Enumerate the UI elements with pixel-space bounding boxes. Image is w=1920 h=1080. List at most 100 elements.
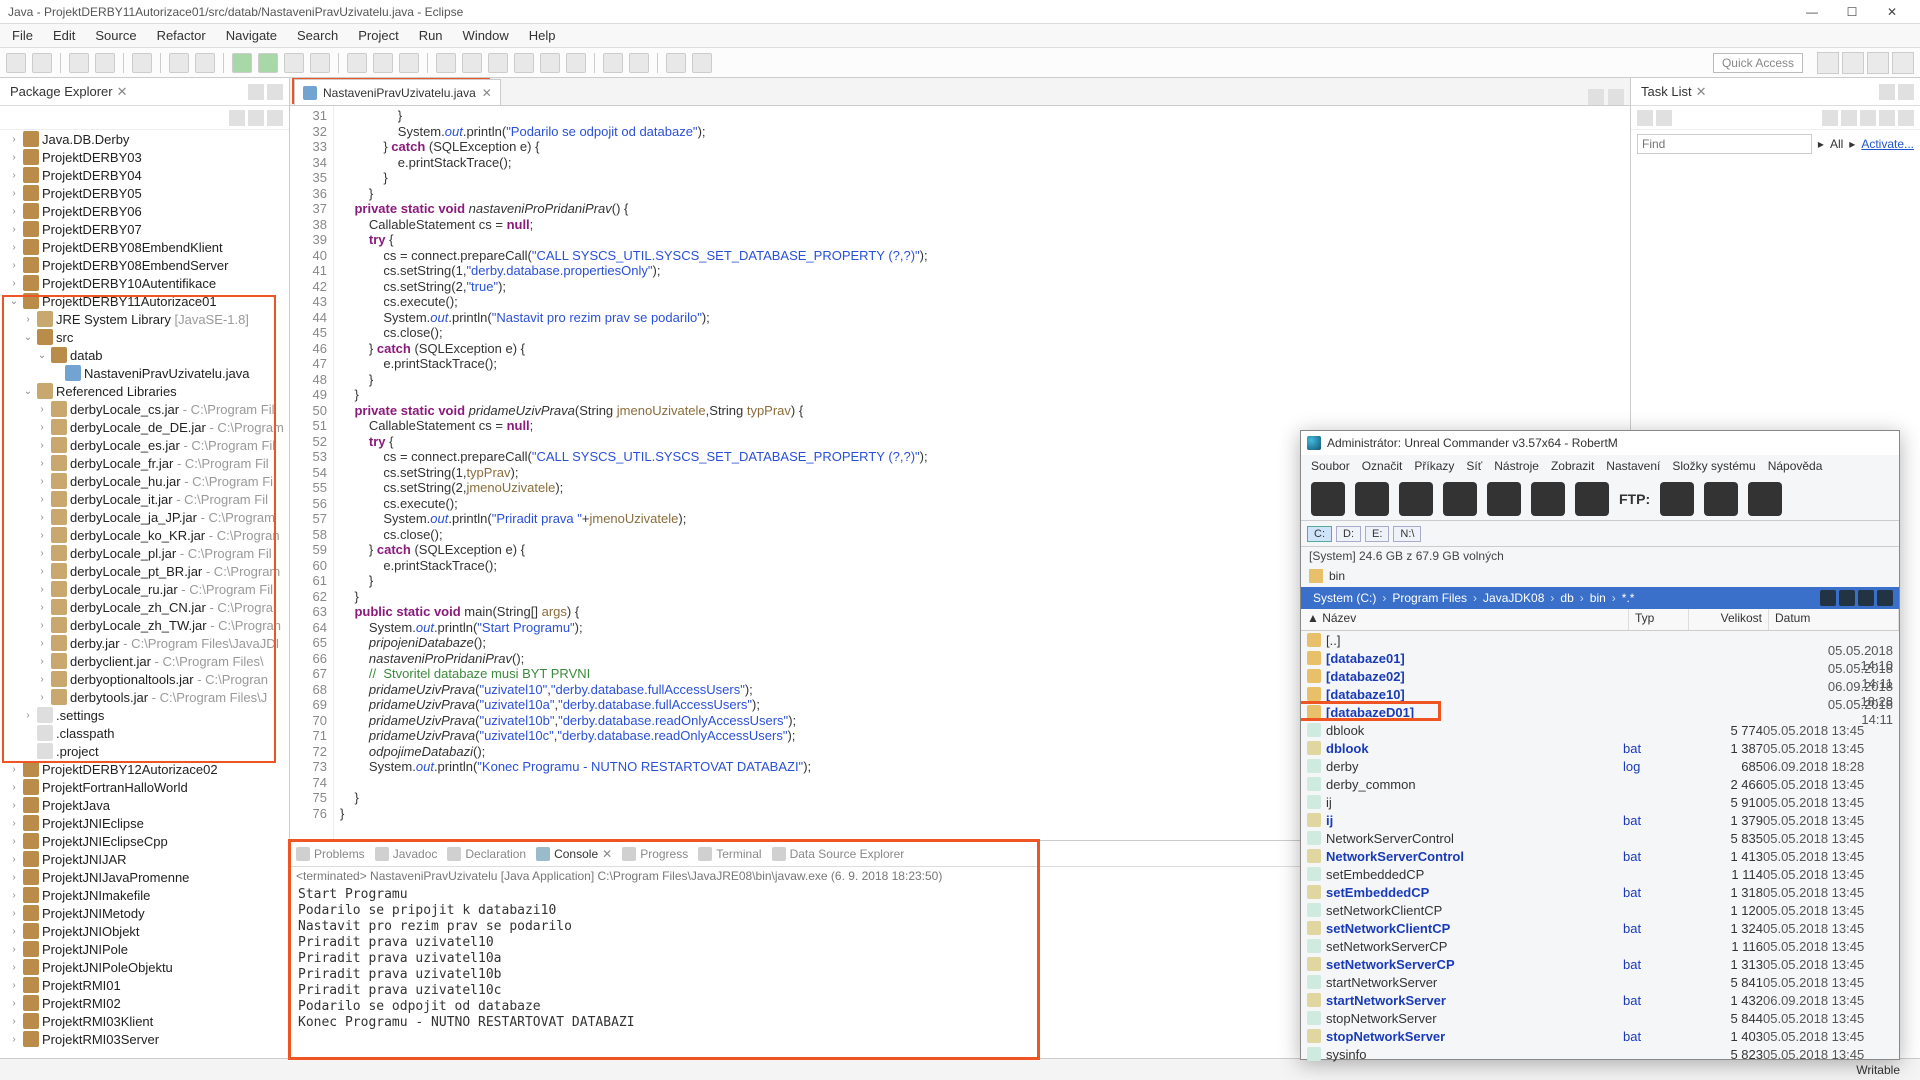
tab-terminal[interactable]: Terminal [698,847,761,861]
tree-item[interactable]: ›derbyLocale_de_DE.jar - C:\Program [0,418,289,436]
view-icon[interactable] [1399,482,1433,516]
tree-item[interactable]: ›derbyclient.jar - C:\Program Files\ [0,652,289,670]
tree-item[interactable]: ›ProjektFortranHalloWorld [0,778,289,796]
tree-item[interactable]: ›ProjektRMI03Server [0,1030,289,1048]
tree-item[interactable]: ›ProjektDERBY06 [0,202,289,220]
network-icon[interactable] [1660,482,1694,516]
tree-item[interactable]: NastaveniPravUzivatelu.java [0,364,289,382]
tl-toolbtn[interactable] [1822,110,1838,126]
file-row[interactable]: NetworkServerControlbat1 41305.05.2018 1… [1301,847,1899,865]
tree-item[interactable]: ›derbyLocale_hu.jar - C:\Program Fi [0,472,289,490]
toolbar-button[interactable] [132,53,152,73]
tree-item[interactable]: ›.settings [0,706,289,724]
cm-menu-napoveda[interactable]: Nápověda [1764,459,1827,473]
file-row[interactable]: stopNetworkServerbat1 40305.05.2018 13:4… [1301,1027,1899,1045]
menu-run[interactable]: Run [411,26,451,45]
menu-edit[interactable]: Edit [45,26,83,45]
toolbar-button[interactable] [69,53,89,73]
view-menu-icon[interactable] [267,110,283,126]
toolbar-button[interactable] [6,53,26,73]
tree-item[interactable]: ›ProjektJNIJavaPromenne [0,868,289,886]
file-row[interactable]: [databaze10]06.09.2018 18:28 [1301,685,1899,703]
tree-item[interactable]: ›ProjektRMI03Klient [0,1012,289,1030]
toolbar-button[interactable] [629,53,649,73]
menu-window[interactable]: Window [455,26,517,45]
tree-item[interactable]: ›ProjektJNIJAR [0,850,289,868]
file-row[interactable]: [databaze01]05.05.2018 14:10 [1301,649,1899,667]
tree-item[interactable]: ›ProjektJNIObjekt [0,922,289,940]
tree-item[interactable]: ›Java.DB.Derby [0,130,289,148]
ftp-label[interactable]: FTP: [1619,491,1650,507]
menu-navigate[interactable]: Navigate [218,26,285,45]
file-row[interactable]: stopNetworkServer5 84405.05.2018 13:45 [1301,1009,1899,1027]
perspective-java[interactable] [1842,52,1864,74]
perspective-cpp[interactable] [1867,52,1889,74]
file-row[interactable]: setNetworkServerCPbat1 31305.05.2018 13:… [1301,955,1899,973]
cm-menu-slozky[interactable]: Složky systému [1668,459,1759,473]
tl-toolbtn[interactable] [1879,110,1895,126]
toolbar-button[interactable] [603,53,623,73]
file-row[interactable]: setNetworkClientCP1 12005.05.2018 13:45 [1301,901,1899,919]
cm-menu-sit[interactable]: Síť [1462,459,1486,473]
cm-menu-nastroje[interactable]: Nástroje [1490,459,1543,473]
file-row[interactable]: [..] [1301,631,1899,649]
nav-back-button[interactable] [666,53,686,73]
tree-item[interactable]: .project [0,742,289,760]
toolbar-button[interactable] [169,53,189,73]
file-row[interactable]: setNetworkServerCP1 11605.05.2018 13:45 [1301,937,1899,955]
tree-item[interactable]: ›derbyLocale_cs.jar - C:\Program Fil [0,400,289,418]
file-row[interactable]: sysinfo5 82305.05.2018 13:45 [1301,1045,1899,1063]
editor-tab-active[interactable]: NastaveniPravUzivatelu.java ✕ [294,79,501,105]
close-button[interactable]: ✕ [1872,0,1912,24]
maximize-icon[interactable] [1608,89,1624,105]
breadcrumb-btn[interactable] [1820,590,1836,606]
file-row[interactable]: [databaze02]05.05.2018 14:11 [1301,667,1899,685]
link-editor-icon[interactable] [248,110,264,126]
tree-item[interactable]: ›derbyLocale_es.jar - C:\Program Fil [0,436,289,454]
tl-toolbtn[interactable] [1841,110,1857,126]
tree-item[interactable]: ›derbyLocale_pt_BR.jar - C:\Program [0,562,289,580]
file-row[interactable]: setEmbeddedCP1 11405.05.2018 13:45 [1301,865,1899,883]
tree-item[interactable]: ›derby.jar - C:\Program Files\JavaJDI [0,634,289,652]
tree-item[interactable]: ›ProjektRMI02 [0,994,289,1012]
file-row[interactable]: [databazeD01]05.05.2018 14:11 [1301,703,1899,721]
run-button[interactable] [258,53,278,73]
minimize-icon[interactable] [1588,89,1604,105]
refresh-icon[interactable] [1311,482,1345,516]
maximize-icon[interactable] [1898,84,1914,100]
tl-toolbtn[interactable] [1898,110,1914,126]
cm-menu-oznacit[interactable]: Označit [1358,459,1407,473]
tree-item[interactable]: ›ProjektJNIPoleObjektu [0,958,289,976]
tasklist-find-input[interactable] [1637,134,1812,154]
menu-source[interactable]: Source [87,26,144,45]
configure-icon[interactable] [1704,482,1738,516]
tree-item[interactable]: ›ProjektJNIEclipseCpp [0,832,289,850]
toolbar-button[interactable] [347,53,367,73]
tree-item[interactable]: ›ProjektDERBY08EmbendServer [0,256,289,274]
file-row[interactable]: setEmbeddedCPbat1 31805.05.2018 13:45 [1301,883,1899,901]
tree-item[interactable]: ⌄datab [0,346,289,364]
tab-console[interactable]: Console ✕ [536,847,612,861]
forward-icon[interactable] [1531,482,1565,516]
cm-menu-nastaveni[interactable]: Nastavení [1602,459,1664,473]
file-row[interactable]: setNetworkClientCPbat1 32405.05.2018 13:… [1301,919,1899,937]
file-commander-window[interactable]: Administrátor: Unreal Commander v3.57x64… [1300,430,1900,1060]
tree-item[interactable]: ›derbyLocale_zh_CN.jar - C:\Progra [0,598,289,616]
menu-refactor[interactable]: Refactor [149,26,214,45]
tree-item[interactable]: ⌄Referenced Libraries [0,382,289,400]
tab-declaration[interactable]: Declaration [447,847,526,861]
tree-item[interactable]: ›derbyLocale_ja_JP.jar - C:\Program [0,508,289,526]
tree-item[interactable]: ›ProjektJava [0,796,289,814]
back-icon[interactable] [1487,482,1521,516]
tl-toolbtn[interactable] [1656,110,1672,126]
tree-item[interactable]: ›derbyLocale_fr.jar - C:\Program Fil [0,454,289,472]
file-row[interactable]: derby_common2 46605.05.2018 13:45 [1301,775,1899,793]
toolbar-button[interactable] [566,53,586,73]
toolbar-button[interactable] [399,53,419,73]
perspective-debug[interactable] [1892,52,1914,74]
tasklist-all[interactable]: All [1830,137,1843,151]
tl-toolbtn[interactable] [1860,110,1876,126]
tree-item[interactable]: ›ProjektRMI01 [0,976,289,994]
tree-item[interactable]: ›ProjektDERBY07 [0,220,289,238]
tree-item[interactable]: ›JRE System Library [JavaSE-1.8] [0,310,289,328]
